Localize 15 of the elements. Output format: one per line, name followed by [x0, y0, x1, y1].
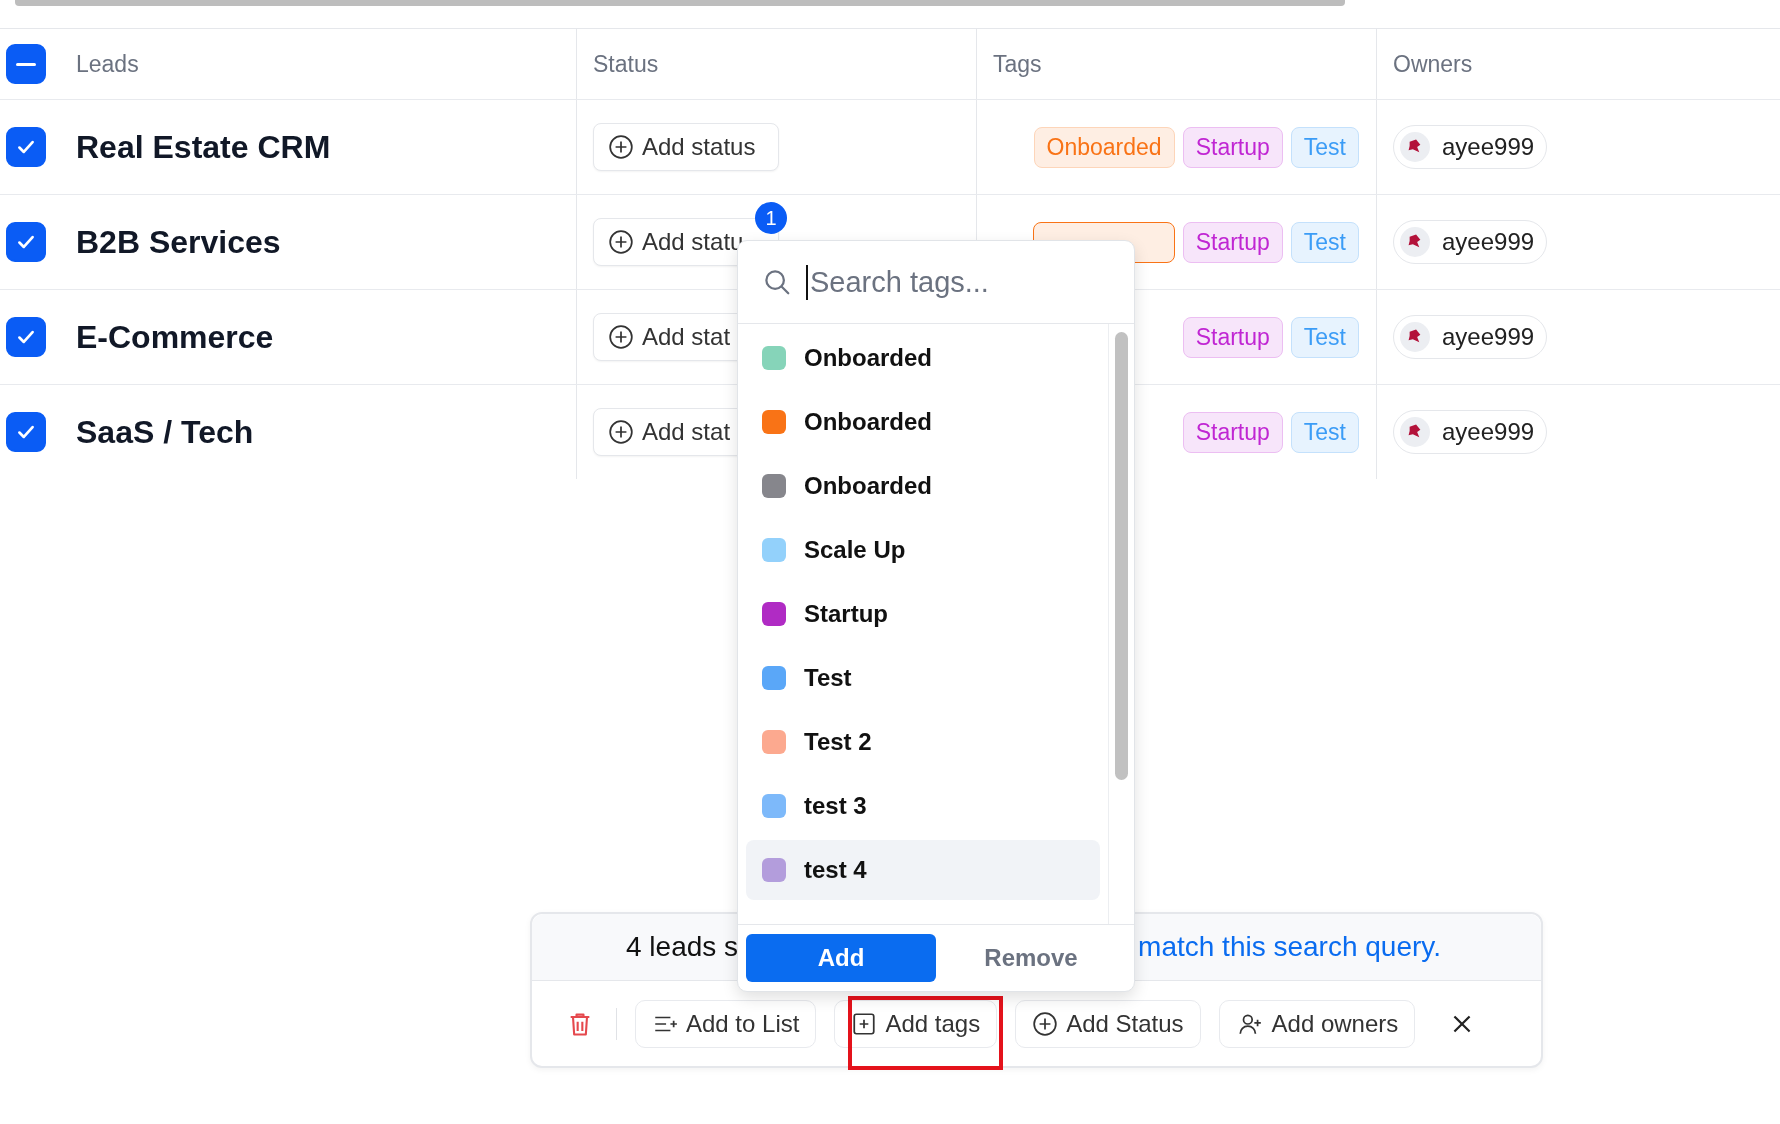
- column-header: Tags: [993, 50, 1042, 78]
- column-header: Status: [593, 50, 659, 78]
- tag: Test: [1290, 316, 1359, 358]
- tag: Startup: [1182, 221, 1283, 263]
- tag: Test: [1290, 126, 1359, 168]
- tag: Test: [1290, 221, 1359, 263]
- tag: Onboarded: [1033, 126, 1175, 168]
- count-badge: 1: [755, 202, 787, 234]
- tag: Test: [1290, 411, 1359, 453]
- column-header: Leads: [76, 50, 139, 78]
- tag: Startup: [1182, 126, 1283, 168]
- column-header: Owners: [1393, 50, 1473, 78]
- tag: Startup: [1182, 316, 1283, 358]
- tag: Startup: [1182, 411, 1283, 453]
- selection-notice: 4 leads s: [626, 931, 739, 963]
